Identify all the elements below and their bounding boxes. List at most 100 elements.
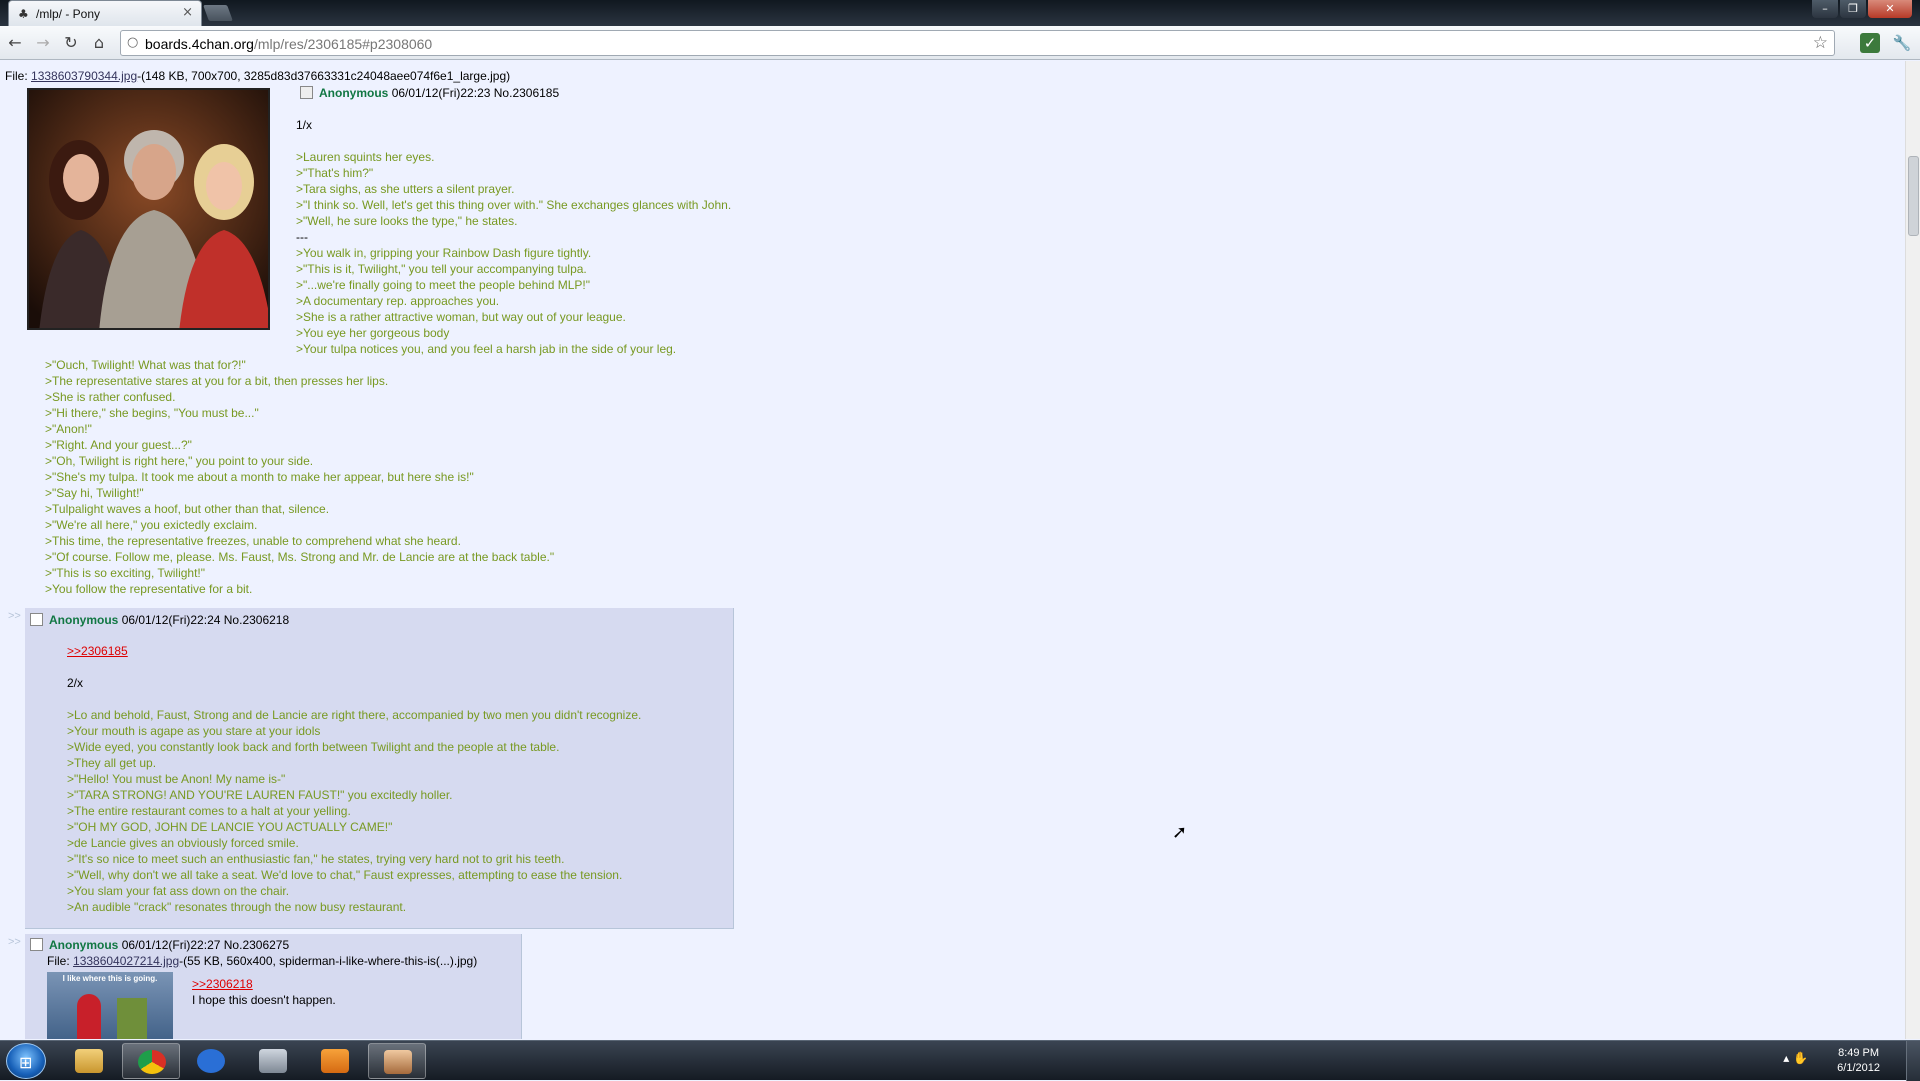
reply2-text: I hope this doesn't happen. <box>192 993 336 1007</box>
greentext-line: --- <box>296 230 308 244</box>
taskbar-app-5[interactable] <box>306 1043 364 1079</box>
greentext-line: >"This is so exciting, Twilight!" <box>45 566 206 580</box>
reply-post-2306218: Anonymous 06/01/12(Fri)22:24 No.2306218 … <box>25 608 734 929</box>
greentext-line: >"OH MY GOD, JOHN DE LANCIE YOU ACTUALLY… <box>67 820 393 834</box>
greentext-line: >You follow the representative for a bit… <box>45 582 253 596</box>
greentext-line: >de Lancie gives an obviously forced smi… <box>67 836 299 850</box>
greentext-line: >This time, the representative freezes, … <box>45 534 461 548</box>
op-post-number[interactable]: No.2306185 <box>494 86 559 100</box>
op-file-info: File: 1338603790344.jpg-(148 KB, 700x700… <box>5 69 511 83</box>
op-first-line: 1/x <box>296 118 313 132</box>
reply2-message: >>2306218 I hope this doesn't happen. <box>192 976 512 1008</box>
reply2-datetime: 06/01/12(Fri)22:27 <box>121 938 221 952</box>
op-delete-checkbox[interactable] <box>300 86 313 99</box>
taskbar-app-6[interactable] <box>368 1043 426 1079</box>
extension-icon[interactable]: ✓ <box>1860 33 1880 53</box>
mouse-cursor-icon: ➚ <box>1172 822 1188 843</box>
greentext-line: >A documentary rep. approaches you. <box>296 294 500 308</box>
browser-tab[interactable]: ♣ /mlp/ - Pony × <box>8 0 202 26</box>
spiderman-figure <box>77 994 101 1039</box>
tab-title: /mlp/ - Pony <box>36 7 101 21</box>
media-app-icon <box>259 1049 287 1073</box>
greentext-line: >"We're all here," you exictedly exclaim… <box>45 518 258 532</box>
clover-favicon-icon: ♣ <box>18 7 29 21</box>
reply2-thumbnail-image[interactable]: I like where this is going. <box>47 972 173 1039</box>
windows-taskbar: ⊞ ▴ ✋ 8:49 PM 6/1/2012 <box>0 1040 1920 1081</box>
reply1-poster-name: Anonymous <box>49 613 119 627</box>
reply2-delete-checkbox[interactable] <box>30 938 43 951</box>
window-controls: – ❐ ✕ <box>1812 0 1912 18</box>
start-button[interactable]: ⊞ <box>6 1043 46 1079</box>
op-greentext-block-right: >Lauren squints her eyes. >"That's him?" >… <box>296 149 1396 357</box>
greentext-line: >"She's my tulpa. It took me about a mon… <box>45 470 474 484</box>
system-tray[interactable]: ▴ ✋ <box>1783 1051 1808 1065</box>
greentext-line: >Your tulpa notices you, and you feel a … <box>296 342 677 356</box>
minimize-icon[interactable]: – <box>1812 0 1838 18</box>
reply1-delete-checkbox[interactable] <box>30 613 43 626</box>
scrollbar-thumb[interactable] <box>1908 156 1919 236</box>
reply2-quote-link[interactable]: >>2306218 <box>192 977 253 991</box>
reply2-file-info: File: 1338604027214.jpg-(55 KB, 560x400,… <box>47 954 478 968</box>
bookmark-star-icon[interactable]: ☆ <box>1813 33 1828 53</box>
browser-toolbar: ← → ↻ ⌂ ○ boards.4chan.org/mlp/res/23061… <box>0 26 1920 60</box>
back-icon[interactable]: ← <box>4 32 26 54</box>
greentext-line: >"It's so nice to meet such an enthusias… <box>67 852 565 866</box>
folder-icon <box>75 1049 103 1073</box>
reload-icon[interactable]: ↻ <box>60 32 82 54</box>
greentext-line: >An audible "crack" resonates through th… <box>67 900 407 914</box>
greentext-line: >She is rather confused. <box>45 390 176 404</box>
chrome-icon <box>138 1050 166 1074</box>
forward-icon[interactable]: → <box>32 32 54 54</box>
greentext-line: >The entire restaurant comes to a halt a… <box>67 804 351 818</box>
background-shape <box>117 998 147 1039</box>
op-datetime: 06/01/12(Fri)22:23 <box>391 86 491 100</box>
greentext-line: >"That's him?" <box>296 166 374 180</box>
greentext-line: >"Ouch, Twilight! What was that for?!" <box>45 358 246 372</box>
page-info-icon[interactable]: ○ <box>127 35 138 50</box>
greentext-line: >The representative stares at you for a … <box>45 374 389 388</box>
greentext-line: >She is a rather attractive woman, but w… <box>296 310 626 324</box>
op-file-link[interactable]: 1338603790344.jpg <box>31 69 137 83</box>
taskbar-app-4[interactable] <box>244 1043 302 1079</box>
lightning-icon <box>197 1049 225 1073</box>
reply2-arrows: >> <box>8 936 21 948</box>
op-message: 1/x >Lauren squints her eyes. >"That's hi… <box>296 117 1396 357</box>
taskbar-clock[interactable]: 8:49 PM 6/1/2012 <box>1837 1046 1880 1076</box>
taskbar-explorer[interactable] <box>60 1043 118 1079</box>
maximize-icon[interactable]: ❐ <box>1840 0 1866 18</box>
wrench-menu-icon[interactable]: 🔧 <box>1892 33 1912 53</box>
home-icon[interactable]: ⌂ <box>88 32 110 54</box>
address-bar[interactable]: ○ boards.4chan.org/mlp/res/2306185#p2308… <box>120 30 1835 56</box>
greentext-line: >You eye her gorgeous body <box>296 326 450 340</box>
reply1-quote-link[interactable]: >>2306185 <box>67 644 128 658</box>
page-scrollbar[interactable] <box>1905 61 1920 1039</box>
greentext-line: >Your mouth is agape as you stare at you… <box>67 724 321 738</box>
reply2-thumbnail-caption: I like where this is going. <box>62 974 158 983</box>
greentext-line: >"Say hi, Twilight!" <box>45 486 144 500</box>
thread-page: File: 1338603790344.jpg-(148 KB, 700x700… <box>0 61 1905 1039</box>
reply2-file-link[interactable]: 1338604027214.jpg <box>73 954 179 968</box>
greentext-line: >Tulpalight waves a hoof, but other than… <box>45 502 330 516</box>
greentext-line: >"Right. And your guest...?" <box>45 438 192 452</box>
greentext-line: >You slam your fat ass down on the chair… <box>67 884 290 898</box>
greentext-line: >Lauren squints her eyes. <box>296 150 435 164</box>
greentext-line: >Tara sighs, as she utters a silent pray… <box>296 182 515 196</box>
close-tab-icon[interactable]: × <box>182 5 193 20</box>
op-post-info: Anonymous 06/01/12(Fri)22:23 No.2306185 <box>300 86 559 100</box>
greentext-line: >Wide eyed, you constantly look back and… <box>67 740 560 754</box>
url-text[interactable]: boards.4chan.org/mlp/res/2306185#p230806… <box>145 36 432 52</box>
reply2-post-number[interactable]: No.2306275 <box>224 938 289 952</box>
greentext-line: >"Of course. Follow me, please. Ms. Faus… <box>45 550 555 564</box>
window-close-icon[interactable]: ✕ <box>1868 0 1912 18</box>
greentext-line: >You walk in, gripping your Rainbow Dash… <box>296 246 592 260</box>
reply1-greentext-block: >Lo and behold, Faust, Strong and de Lan… <box>67 707 727 915</box>
reply1-post-number[interactable]: No.2306218 <box>224 613 289 627</box>
taskbar-chrome[interactable] <box>122 1043 180 1079</box>
greentext-line: >"TARA STRONG! AND YOU'RE LAUREN FAUST!"… <box>67 788 453 802</box>
new-tab-button[interactable] <box>203 5 233 21</box>
taskbar-app-3[interactable] <box>182 1043 240 1079</box>
show-desktop-button[interactable] <box>1906 1041 1920 1081</box>
reply2-poster-name: Anonymous <box>49 938 119 952</box>
op-thumbnail-image[interactable] <box>27 88 270 330</box>
greentext-line: >"...we're finally going to meet the peo… <box>296 278 590 292</box>
